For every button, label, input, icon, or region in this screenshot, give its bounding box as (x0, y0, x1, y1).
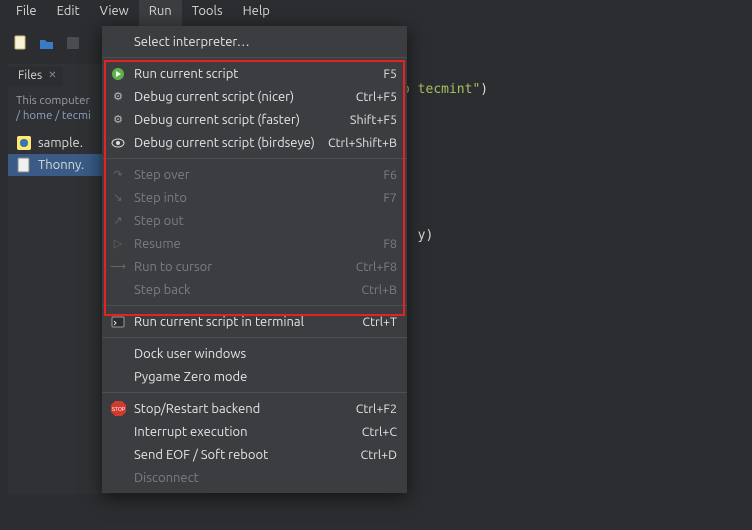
menu-item-label: Pygame Zero mode (134, 370, 389, 384)
run-menu-dropdown: Select interpreter… Run current script F5 ⚙… (102, 26, 407, 493)
eye-icon (110, 135, 126, 151)
menu-item-label: Debug current script (nicer) (134, 90, 348, 104)
menu-item-label: Step into (134, 191, 375, 205)
menu-item-step-out: ↗ Step out (102, 209, 407, 232)
menu-item-disconnect: Disconnect (102, 466, 407, 489)
menu-separator (102, 392, 407, 393)
menu-item-label: Interrupt execution (134, 425, 354, 439)
blank-icon (110, 369, 126, 385)
menu-item-shortcut: Ctrl+C (362, 425, 397, 439)
stop-icon: STOP (110, 401, 126, 417)
menu-file[interactable]: File (6, 0, 47, 26)
text-file-icon (16, 157, 32, 173)
menu-item-shortcut: F7 (383, 191, 397, 205)
blank-icon (110, 470, 126, 486)
menu-item-label: Run current script (134, 67, 375, 81)
menu-item-label: Debug current script (faster) (134, 113, 342, 127)
files-tab[interactable]: Files ✕ (8, 67, 63, 86)
menu-item-debug-current-script-nicer[interactable]: ⚙ Debug current script (nicer) Ctrl+F5 (102, 85, 407, 108)
menu-item-label: Step out (134, 214, 389, 228)
file-name: sample. (38, 136, 83, 150)
menu-edit[interactable]: Edit (47, 0, 90, 26)
menu-item-run-current-script[interactable]: Run current script F5 (102, 62, 407, 85)
step-out-icon: ↗ (110, 213, 126, 229)
menu-separator (102, 305, 407, 306)
menu-item-shortcut: F8 (383, 237, 397, 251)
menu-item-shortcut: F5 (383, 67, 397, 81)
menu-item-debug-current-script-birdseye[interactable]: Debug current script (birdseye) Ctrl+Shif… (102, 131, 407, 154)
menu-item-dock-user-windows[interactable]: Dock user windows (102, 342, 407, 365)
menu-item-pygame-zero-mode[interactable]: Pygame Zero mode (102, 365, 407, 388)
menu-item-shortcut: Ctrl+F8 (356, 260, 397, 274)
menu-item-label: Debug current script (birdseye) (134, 136, 320, 150)
close-icon[interactable]: ✕ (48, 69, 56, 81)
new-file-icon[interactable] (10, 32, 32, 54)
menu-item-label: Select interpreter… (134, 35, 389, 49)
menu-item-shortcut: Ctrl+D (361, 448, 397, 462)
menu-item-shortcut: Ctrl+T (362, 315, 397, 329)
menu-separator (102, 158, 407, 159)
menu-item-label: Stop/Restart backend (134, 402, 348, 416)
menu-item-shortcut: F6 (383, 168, 397, 182)
menu-item-step-back: Step back Ctrl+B (102, 278, 407, 301)
menu-item-shortcut: Ctrl+Shift+B (328, 136, 397, 150)
svg-text:STOP: STOP (111, 407, 125, 413)
save-file-icon[interactable] (62, 32, 84, 54)
menu-item-label: Run to cursor (134, 260, 348, 274)
menu-item-run-current-script-in-terminal[interactable]: Run current script in terminal Ctrl+T (102, 310, 407, 333)
menu-item-label: Resume (134, 237, 375, 251)
menu-item-select-interpreter[interactable]: Select interpreter… (102, 30, 407, 53)
bug-icon: ⚙ (110, 89, 126, 105)
menu-item-label: Dock user windows (134, 347, 389, 361)
menu-item-label: Step back (134, 283, 353, 297)
terminal-icon (110, 314, 126, 330)
file-name: Thonny. (38, 158, 84, 172)
menu-separator (102, 337, 407, 338)
menu-item-label: Disconnect (134, 471, 389, 485)
blank-icon (110, 34, 126, 50)
menu-item-label: Step over (134, 168, 375, 182)
files-tab-label: Files (18, 69, 42, 82)
resume-icon: ▷ (110, 236, 126, 252)
blank-icon (110, 282, 126, 298)
menu-item-label: Send EOF / Soft reboot (134, 448, 353, 462)
menu-item-stop-restart-backend[interactable]: STOP Stop/Restart backend Ctrl+F2 (102, 397, 407, 420)
menu-item-run-to-cursor: ⟶ Run to cursor Ctrl+F8 (102, 255, 407, 278)
python-file-icon (16, 135, 32, 151)
menu-item-resume: ▷ Resume F8 (102, 232, 407, 255)
menu-separator (102, 57, 407, 58)
cursor-icon: ⟶ (110, 259, 126, 275)
play-green-icon (110, 66, 126, 82)
menu-item-label: Run current script in terminal (134, 315, 354, 329)
menubar: FileEditViewRunToolsHelp (0, 0, 752, 26)
open-file-icon[interactable] (36, 32, 58, 54)
menu-item-step-into: ↘ Step into F7 (102, 186, 407, 209)
menu-tools[interactable]: Tools (182, 0, 233, 26)
menu-help[interactable]: Help (233, 0, 280, 26)
menu-item-interrupt-execution[interactable]: Interrupt execution Ctrl+C (102, 420, 407, 443)
step-over-icon: ↷ (110, 167, 126, 183)
blank-icon (110, 346, 126, 362)
menu-view[interactable]: View (90, 0, 139, 26)
menu-item-shortcut: Ctrl+F5 (356, 90, 397, 104)
menu-run[interactable]: Run (139, 0, 182, 26)
step-into-icon: ↘ (110, 190, 126, 206)
bug-icon: ⚙ (110, 112, 126, 128)
menu-item-shortcut: Ctrl+F2 (356, 402, 397, 416)
menu-item-send-eof-soft-reboot[interactable]: Send EOF / Soft reboot Ctrl+D (102, 443, 407, 466)
blank-icon (110, 447, 126, 463)
menu-item-step-over: ↷ Step over F6 (102, 163, 407, 186)
menu-item-shortcut: Ctrl+B (361, 283, 397, 297)
menu-item-shortcut: Shift+F5 (350, 113, 397, 127)
blank-icon (110, 424, 126, 440)
menu-item-debug-current-script-faster[interactable]: ⚙ Debug current script (faster) Shift+F5 (102, 108, 407, 131)
